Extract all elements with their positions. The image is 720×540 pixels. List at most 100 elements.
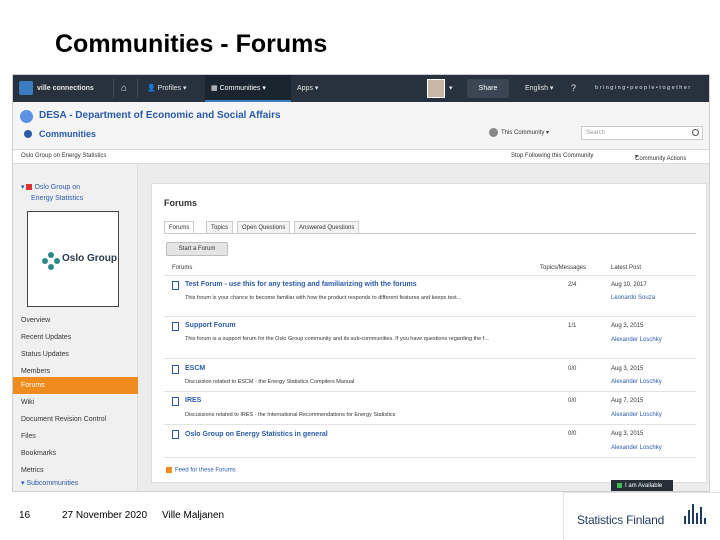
footer-date: 27 November 2020 <box>62 510 148 521</box>
table-divider <box>164 457 696 458</box>
forum-title-link[interactable]: ESCM <box>185 365 205 372</box>
forums-panel: Forums Forums Topics Open Questions Answ… <box>151 183 707 483</box>
forums-title: Forums <box>164 198 198 208</box>
share-button[interactable]: Share <box>467 79 509 98</box>
forum-latest-date: Aug 7, 2015 <box>611 398 644 404</box>
forum-topic-count: 2/4 <box>568 282 577 288</box>
community-subheader: Oslo Group on Energy Statistics Stop Fol… <box>13 150 709 164</box>
lock-icon <box>26 184 33 191</box>
globe-icon <box>489 127 498 137</box>
home-icon[interactable]: ⌂ <box>121 75 127 102</box>
section-title: Communities <box>39 129 97 139</box>
sidebar-item-recent-updates[interactable]: Recent Updates <box>13 329 138 346</box>
browser-screenshot: ville connections ⌂ 👤 Profiles ▾ ▦ Commu… <box>12 74 710 492</box>
help-icon[interactable]: ? <box>571 75 576 102</box>
group-title-line1: ▾ Oslo Group on <box>21 184 80 191</box>
table-divider <box>164 316 696 317</box>
feed-link[interactable]: Feed for these Forums <box>166 467 236 474</box>
group-title-line2: Energy Statistics <box>31 195 84 202</box>
page-number: 16 <box>19 510 31 521</box>
forum-latest-date: Aug 10, 2017 <box>611 282 647 288</box>
tab-divider <box>164 233 696 234</box>
tagline: b r i n g i n g • p e o p l e • t o g e … <box>595 85 691 91</box>
forum-description: This forum is your chance to become fami… <box>185 295 462 301</box>
table-divider <box>164 391 696 392</box>
forum-description: Discussion related to ESCM - the Energy … <box>185 379 355 385</box>
column-header-latest-post: Latest Post <box>611 265 642 271</box>
nav-communities[interactable]: ▦ Communities ▾ <box>211 75 266 102</box>
forum-icon <box>172 397 179 406</box>
un-logo-icon <box>20 110 33 123</box>
statistics-finland-logo: Statistics Finland <box>577 513 665 527</box>
search-scope-label: This Community <box>501 130 545 136</box>
sidebar-item-subcommunities[interactable]: ▾ Subcommunities <box>13 475 138 491</box>
community-actions-label: Community Actions <box>635 156 687 162</box>
connections-logo-icon <box>19 81 33 95</box>
language-select[interactable]: English ▾ <box>525 75 553 102</box>
sidebar-item-overview[interactable]: Overview <box>13 312 138 329</box>
availability-label: I am Available <box>625 483 663 489</box>
forum-icon <box>172 430 179 439</box>
subcommunities-label: Subcommunities <box>26 480 79 487</box>
forum-title-link[interactable]: Oslo Group on Energy Statistics in gener… <box>185 431 328 438</box>
forum-latest-date: Aug 3, 2015 <box>611 323 644 329</box>
rss-icon <box>166 467 172 473</box>
sidebar-item-files[interactable]: Files <box>13 428 138 445</box>
forum-latest-user[interactable]: Alexander Loschky <box>611 379 662 385</box>
nav-apps[interactable]: Apps ▾ <box>297 75 318 102</box>
forum-title-link[interactable]: IRES <box>185 397 201 404</box>
footer-author: Ville Maljanen <box>162 510 225 521</box>
slide-title: Communities - Forums <box>55 30 328 58</box>
column-header-forums: Forums <box>172 265 193 271</box>
sidebar-item-document-revision-control[interactable]: Document Revision Control <box>13 411 138 428</box>
forum-topic-count: 0/0 <box>568 366 577 372</box>
forum-icon <box>172 365 179 374</box>
communities-icon <box>24 130 32 138</box>
search-input[interactable]: Search <box>581 126 703 140</box>
table-divider <box>164 358 696 359</box>
community-name: Oslo Group on Energy Statistics <box>21 153 107 159</box>
table-divider <box>164 275 696 276</box>
community-actions-menu[interactable]: Community Actions ▾ <box>635 153 686 162</box>
forum-title-link[interactable]: Support Forum <box>185 322 236 329</box>
sidebar-group-link[interactable]: ▾ Oslo Group on Energy Statistics <box>21 182 83 204</box>
nav-divider <box>113 79 114 98</box>
stop-following-link[interactable]: Stop Following this Community <box>511 153 593 159</box>
start-forum-button[interactable]: Start a Forum <box>166 242 228 256</box>
org-title: DESA - Department of Economic and Social… <box>39 110 281 121</box>
group-title-line1-text: Oslo Group on <box>34 184 80 191</box>
sidebar-item-bookmarks[interactable]: Bookmarks <box>13 445 138 462</box>
forum-icon <box>172 281 179 290</box>
brand-name: ville connections <box>37 85 94 92</box>
search-icon[interactable] <box>692 129 699 136</box>
forum-latest-date: Aug 3, 2015 <box>611 431 644 437</box>
forum-latest-user[interactable]: Leonardo Souza <box>611 295 655 301</box>
forum-topic-count: 1/1 <box>568 323 577 329</box>
forum-latest-user[interactable]: Alexander Loschky <box>611 412 662 418</box>
feed-link-label: Feed for these Forums <box>175 467 236 474</box>
avatar-menu-chevron-icon[interactable]: ▾ <box>449 75 453 102</box>
availability-status[interactable]: I am Available <box>611 480 673 491</box>
status-dot-icon <box>617 482 622 488</box>
forum-topic-count: 0/0 <box>568 398 577 404</box>
sidebar-item-wiki[interactable]: Wiki <box>13 394 138 411</box>
statistics-finland-bars-icon <box>684 502 708 524</box>
sidebar-item-forums[interactable]: Forums <box>13 377 138 394</box>
community-header: DESA - Department of Economic and Social… <box>13 102 709 150</box>
nav-divider <box>137 79 138 98</box>
forum-latest-user[interactable]: Alexander Loschky <box>611 337 662 343</box>
user-avatar[interactable] <box>427 79 445 98</box>
oslo-group-logo-icon <box>42 252 60 270</box>
column-header-topics: Topics/Messages <box>540 265 587 271</box>
nav-apps-label: Apps <box>297 85 313 92</box>
top-nav: ville connections ⌂ 👤 Profiles ▾ ▦ Commu… <box>13 75 709 102</box>
sidebar-item-status-updates[interactable]: Status Updates <box>13 346 138 363</box>
forum-title-link[interactable]: Test Forum - use this for any testing an… <box>185 281 417 288</box>
forum-description: Discussions related to IRES - the Intern… <box>185 412 396 418</box>
nav-profiles[interactable]: 👤 Profiles ▾ <box>147 75 186 102</box>
search-scope-select[interactable]: This Community ▾ <box>489 127 579 140</box>
forum-topic-count: 0/0 <box>568 431 577 437</box>
forum-icon <box>172 322 179 331</box>
nav-profiles-label: Profiles <box>157 85 182 92</box>
forum-latest-user[interactable]: Alexander Loschky <box>611 445 662 451</box>
